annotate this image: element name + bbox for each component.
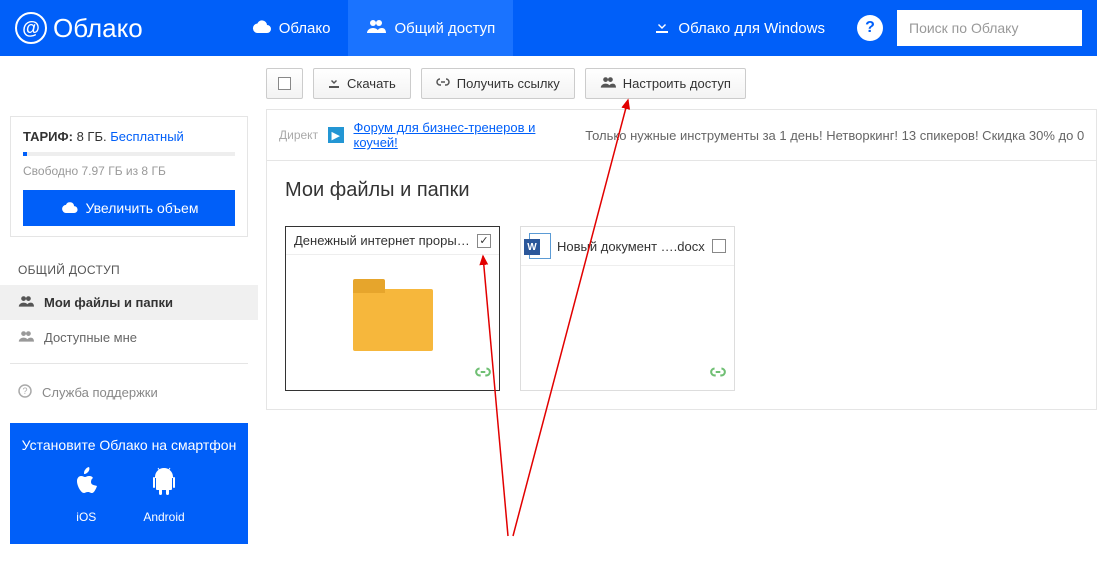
people-icon [18,295,34,310]
people-icon [600,76,616,91]
tariff-card: ТАРИФ: 8 ГБ. Бесплатный Свободно 7.97 ГБ… [10,116,248,237]
download-icon [654,18,670,38]
file-checkbox[interactable] [712,239,726,253]
tariff-plan[interactable]: Бесплатный [110,129,184,144]
tariff-size: 8 ГБ. [77,129,107,144]
nav-shared[interactable]: Общий доступ [348,0,513,56]
support-label: Служба поддержки [42,385,158,400]
file-checkbox[interactable] [477,234,491,248]
sidebar-item-label: Доступные мне [44,330,137,345]
promo-ios[interactable]: iOS [73,467,99,524]
search-input[interactable] [897,10,1082,46]
shared-link-icon [710,365,726,384]
upgrade-button[interactable]: Увеличить объем [23,190,235,226]
word-icon [529,233,551,259]
people-icon [18,330,34,345]
nav-cloud[interactable]: Облако [233,0,349,56]
storage-free-text: Свободно 7.97 ГБ из 8 ГБ [23,164,235,178]
content-box: Мои файлы и папки Денежный интернет прор… [266,160,1097,410]
sidebar-item-shared-with-me[interactable]: Доступные мне [0,320,258,355]
cloud-icon [251,19,271,37]
ios-label: iOS [76,510,96,524]
content-title: Мои файлы и папки [285,179,1078,202]
svg-text:?: ? [22,386,27,396]
tariff-label: ТАРИФ: [23,129,73,144]
apple-icon [73,467,99,500]
ad-direct-label: Директ [279,128,318,142]
sidebar-item-label: Мои файлы и папки [44,295,173,310]
configure-access-label: Настроить доступ [623,76,731,91]
file-card-document[interactable]: Новый документ ….docx [520,226,735,391]
tariff-line: ТАРИФ: 8 ГБ. Бесплатный [23,129,235,144]
files-grid: Денежный интернет проры.... Новый докуме… [285,226,1078,391]
at-sign-icon: @ [15,12,47,44]
sidebar-item-my-files[interactable]: Мои файлы и папки [0,285,258,320]
download-label: Скачать [347,76,396,91]
upgrade-label: Увеличить объем [86,200,199,216]
android-label: Android [143,510,184,524]
configure-access-button[interactable]: Настроить доступ [585,68,746,99]
download-button[interactable]: Скачать [313,68,411,99]
get-link-button[interactable]: Получить ссылку [421,68,575,99]
get-link-label: Получить ссылку [457,76,560,91]
android-icon [151,467,177,500]
ad-link[interactable]: Форум для бизнес-тренеров и коучей! [354,120,576,150]
nav-cloud-label: Облако [279,20,331,37]
smartphone-promo: Установите Облако на смартфон iOS Androi… [10,423,248,544]
nav-shared-label: Общий доступ [394,20,495,37]
storage-progress [23,152,235,156]
sidebar: ТАРИФ: 8 ГБ. Бесплатный Свободно 7.97 ГБ… [0,56,258,564]
promo-android[interactable]: Android [143,467,184,524]
sidebar-item-support[interactable]: ? Служба поддержки [0,372,258,413]
ad-tail: Только нужные инструменты за 1 день! Нет… [585,128,1084,143]
ad-play-icon[interactable]: ▶ [328,127,343,143]
sidebar-section-shared: ОБЩИЙ ДОСТУП [0,249,258,285]
nav-download-windows[interactable]: Облако для Windows [636,0,843,56]
promo-title: Установите Облако на смартфон [20,437,238,453]
link-icon [436,76,450,91]
people-icon [366,19,386,37]
toolbar: Скачать Получить ссылку Настроить доступ [266,66,1097,109]
logo-text: Облако [53,13,143,44]
app-header: @ Облако Облако Общий доступ Облако для … [0,0,1097,56]
select-all-checkbox[interactable] [266,68,303,99]
cloud-icon [60,200,78,216]
question-icon: ? [18,384,32,401]
ad-bar: Директ ▶ Форум для бизнес-тренеров и коу… [266,109,1097,161]
help-button[interactable]: ? [857,15,883,41]
right-nav: Облако для Windows ? [636,0,1082,56]
file-name: Новый документ ….docx [557,239,706,254]
file-name: Денежный интернет проры.... [294,233,471,248]
download-icon [328,76,340,91]
main-content: Скачать Получить ссылку Настроить доступ… [258,56,1097,564]
logo[interactable]: @ Облако [15,12,143,44]
divider [10,363,248,364]
folder-icon [353,289,433,351]
shared-link-icon [475,365,491,384]
file-card-folder[interactable]: Денежный интернет проры.... [285,226,500,391]
nav-windows-label: Облако для Windows [678,20,825,37]
